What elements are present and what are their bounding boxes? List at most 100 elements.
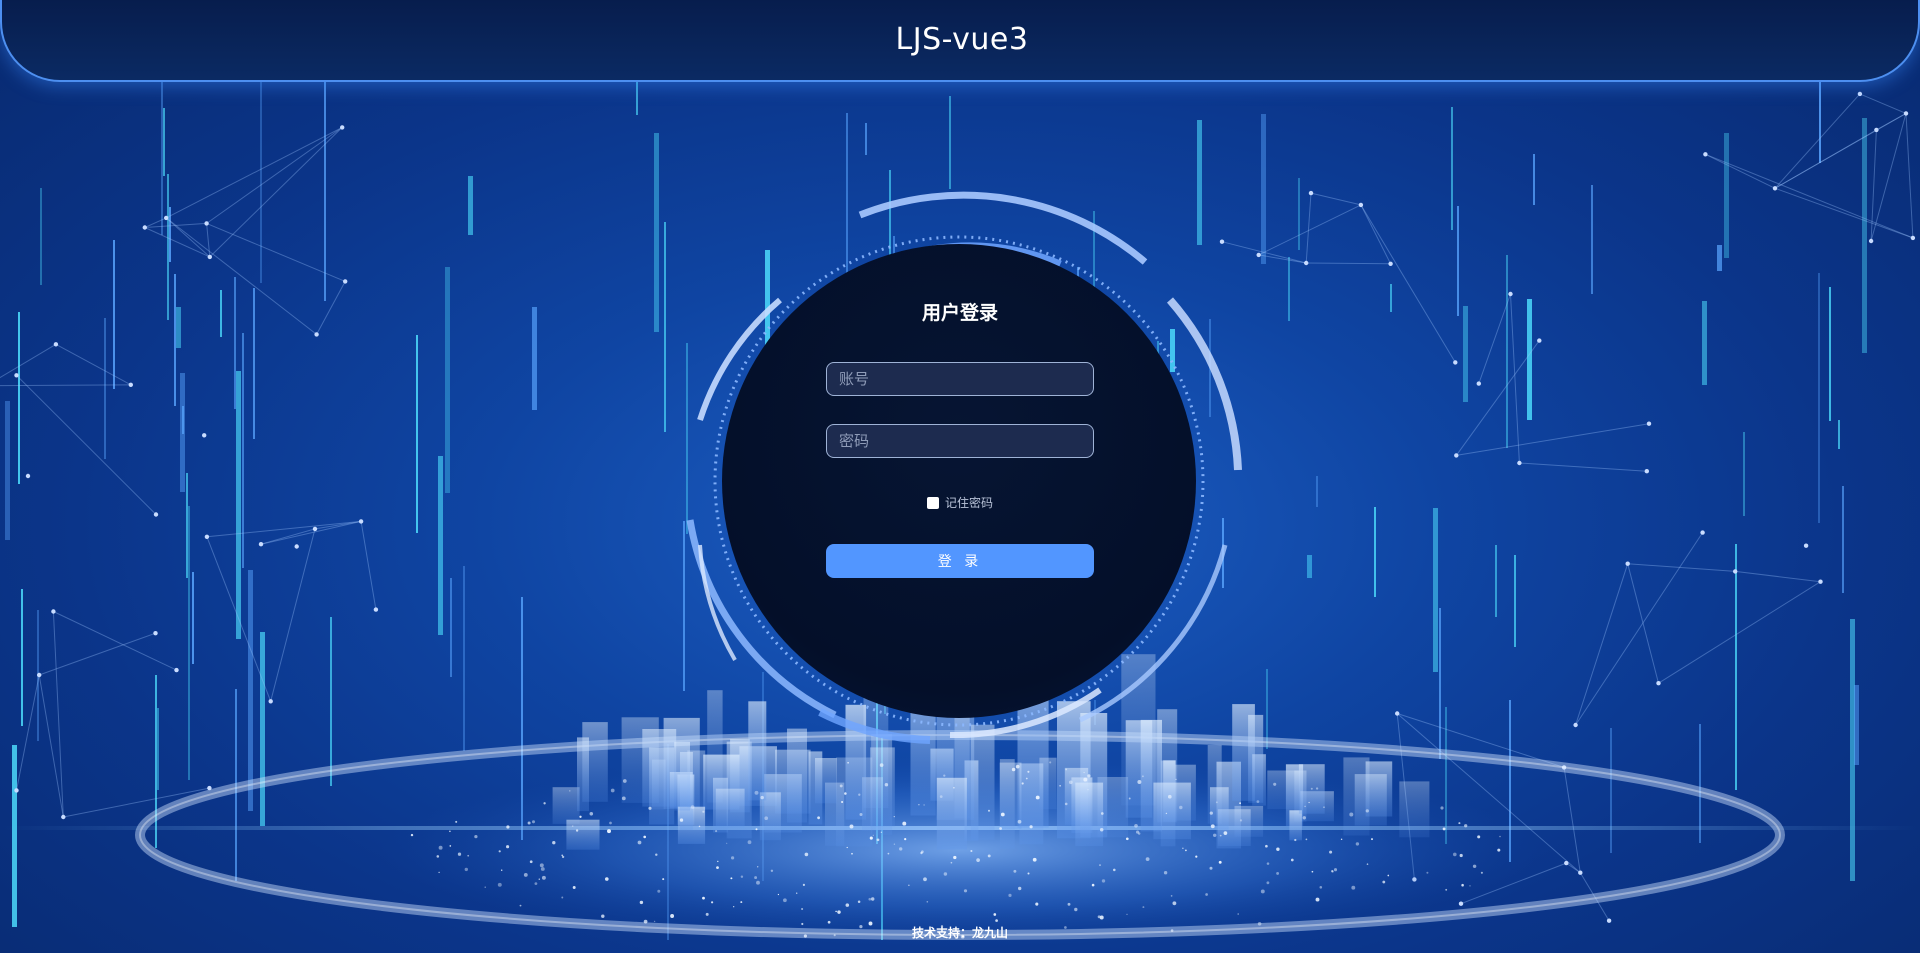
city-light-dot <box>953 855 957 860</box>
remember-password-checkbox[interactable] <box>926 497 939 509</box>
city-light-dot <box>1499 835 1501 838</box>
rain-streak <box>12 745 17 927</box>
network-node <box>1388 261 1393 266</box>
city-light-dot <box>1163 871 1168 875</box>
app-title: LJS-vue3 <box>895 22 1029 57</box>
city-light-dot <box>1290 858 1294 862</box>
city-light-dot <box>1091 883 1095 887</box>
city-light-dot <box>1366 863 1369 865</box>
city-light-dot <box>756 880 760 885</box>
city-light-dot <box>1209 811 1213 815</box>
network-line <box>1305 193 1312 264</box>
city-building <box>1153 782 1191 840</box>
network-node <box>1454 453 1459 458</box>
city-light-dot <box>1219 834 1222 837</box>
city-light-dot <box>1387 874 1390 877</box>
city-light-dot <box>1304 805 1306 808</box>
city-light-dot <box>1167 794 1172 799</box>
network-node <box>202 433 207 438</box>
network-node <box>1700 530 1705 535</box>
network-node <box>1395 711 1400 716</box>
city-light-dot <box>1319 886 1323 889</box>
rain-streak <box>1495 545 1497 617</box>
city-light-dot <box>1371 838 1373 841</box>
city-light-dot <box>880 831 883 833</box>
city-light-dot <box>639 900 644 905</box>
rain-streak <box>260 69 262 283</box>
city-light-dot <box>1458 822 1461 825</box>
network-node <box>1868 238 1874 244</box>
city-light-dot <box>802 883 806 887</box>
city-light-dot <box>1035 795 1040 800</box>
city-light-dot <box>764 816 769 821</box>
city-light-dot <box>1273 782 1277 786</box>
city-light-dot <box>987 854 991 858</box>
network-line <box>1563 767 1581 873</box>
city-light-dot <box>1442 827 1446 831</box>
city-light-dot <box>988 809 990 812</box>
city-light-dot <box>643 919 648 924</box>
city-light-dot <box>1440 806 1444 810</box>
city-light-dot <box>711 901 714 904</box>
city-light-dot <box>1266 862 1270 865</box>
city-light-dot <box>1315 897 1320 902</box>
city-light-dot <box>1382 880 1386 884</box>
network-line <box>1310 192 1362 206</box>
top-header-bar: LJS-vue3 <box>0 0 1920 82</box>
city-light-dot <box>783 898 787 903</box>
city-light-dot <box>1017 819 1022 824</box>
rain-streak <box>438 456 443 635</box>
city-building <box>748 701 767 801</box>
city-light-dot <box>1310 787 1313 790</box>
rain-streak <box>157 708 159 790</box>
city-light-dot <box>1025 777 1028 780</box>
city-light-dot <box>993 913 997 916</box>
city-light-dot <box>1032 857 1037 862</box>
city-light-dot <box>1205 893 1208 896</box>
city-light-dot <box>539 863 544 868</box>
rain-streak <box>248 570 253 811</box>
network-node <box>207 254 212 260</box>
network-line <box>260 528 316 545</box>
remember-password-label[interactable]: 记住密码 <box>945 496 993 510</box>
city-light-dot <box>1027 770 1030 773</box>
city-light-dot <box>1125 837 1129 841</box>
city-light-dot <box>1099 864 1101 866</box>
city-light-dot <box>715 830 718 833</box>
city-light-dot <box>1087 789 1089 791</box>
network-node <box>164 215 169 221</box>
city-light-dot <box>1452 852 1457 857</box>
city-light-dot <box>1480 871 1483 874</box>
rain-streak <box>683 521 685 691</box>
city-light-dot <box>851 852 853 855</box>
login-button[interactable]: 登 录 <box>826 544 1094 578</box>
city-light-dot <box>1365 809 1369 813</box>
city-building <box>552 787 580 824</box>
rain-streak <box>161 75 163 235</box>
city-light-dot <box>1074 907 1078 912</box>
network-node <box>37 672 42 678</box>
city-light-dot <box>702 896 705 900</box>
account-input[interactable] <box>826 362 1094 396</box>
rain-streak <box>1610 728 1612 853</box>
city-light-dot <box>943 872 948 876</box>
city-light-dot <box>572 886 576 889</box>
city-light-dot <box>1305 838 1308 841</box>
city-light-dot <box>1239 819 1243 822</box>
city-light-dot <box>1179 805 1183 810</box>
city-light-dot <box>726 842 728 844</box>
network-node <box>312 526 318 532</box>
city-light-dot <box>893 843 896 845</box>
network-line <box>209 127 343 258</box>
network-node <box>1818 579 1823 584</box>
city-light-dot <box>604 877 609 881</box>
city-light-dot <box>589 812 594 816</box>
rain-streak <box>1591 185 1593 294</box>
city-light-dot <box>1013 869 1017 873</box>
password-input[interactable] <box>826 424 1094 458</box>
city-light-dot <box>1165 812 1168 815</box>
city-light-dot <box>1067 902 1071 906</box>
city-building <box>1248 714 1264 803</box>
city-light-dot <box>534 882 538 885</box>
city-light-dot <box>1195 855 1198 858</box>
